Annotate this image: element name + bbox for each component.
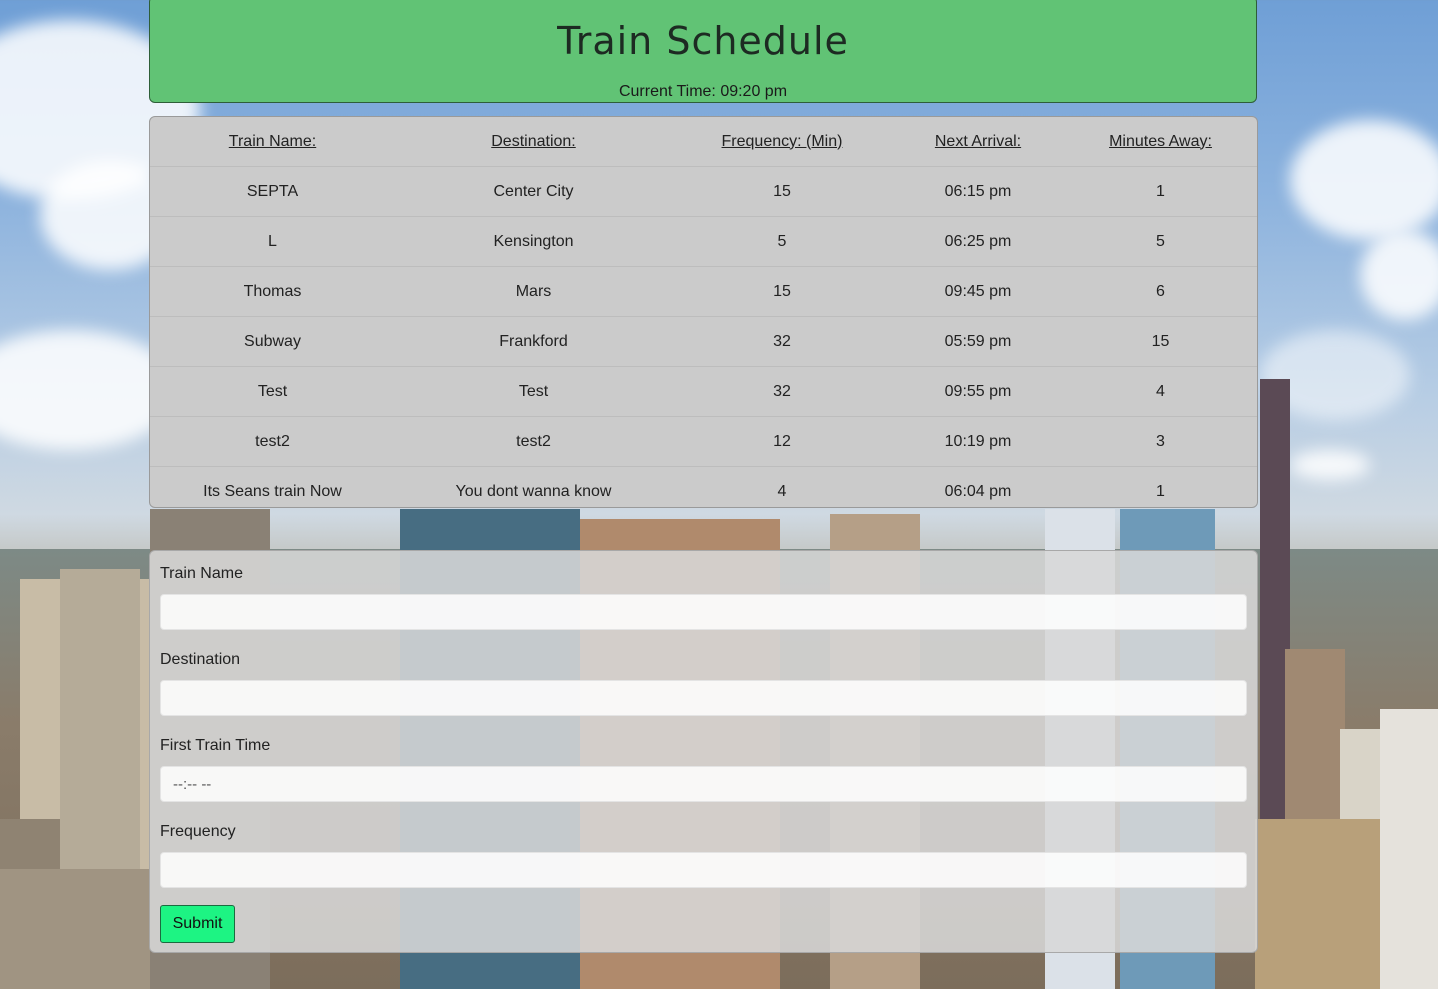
frequency-label: Frequency [160, 823, 236, 840]
first-train-time-input[interactable] [160, 766, 1247, 802]
cell-frequency: 12 [672, 416, 892, 467]
cell-train-name: Test [150, 366, 395, 417]
frequency-input[interactable] [160, 852, 1247, 888]
cell-minutes-away: 1 [1064, 166, 1257, 217]
cell-train-name: Its Seans train Now [150, 466, 395, 507]
cell-frequency: 32 [672, 316, 892, 367]
column-header-frequency: Frequency: (Min) [721, 132, 843, 150]
cell-frequency: 5 [672, 216, 892, 267]
column-header-train-name: Train Name: [228, 132, 317, 150]
cell-destination: Kensington [395, 216, 672, 267]
cell-frequency: 15 [672, 266, 892, 317]
first-train-time-label: First Train Time [160, 737, 271, 754]
cell-frequency: 15 [672, 166, 892, 217]
page-title: Train Schedule [557, 19, 849, 63]
column-header-destination: Destination: [491, 132, 576, 150]
cell-destination: You dont wanna know [395, 466, 672, 507]
table-row: Thomas Mars 15 09:45 pm 6 [150, 266, 1257, 317]
cell-next-arrival: 06:15 pm [892, 166, 1064, 217]
cell-destination: Mars [395, 266, 672, 317]
cell-next-arrival: 06:25 pm [892, 216, 1064, 267]
cell-minutes-away: 3 [1064, 416, 1257, 467]
cell-minutes-away: 1 [1064, 466, 1257, 507]
schedule-table: Train Name: Destination: Frequency: (Min… [150, 117, 1257, 507]
cell-next-arrival: 05:59 pm [892, 316, 1064, 367]
train-name-input[interactable] [160, 594, 1247, 630]
destination-input[interactable] [160, 680, 1247, 716]
cell-train-name: L [150, 216, 395, 267]
cell-train-name: test2 [150, 416, 395, 467]
cell-minutes-away: 6 [1064, 266, 1257, 317]
cell-train-name: SEPTA [150, 166, 395, 217]
cell-next-arrival: 09:45 pm [892, 266, 1064, 317]
cell-next-arrival: 09:55 pm [892, 366, 1064, 417]
train-name-label: Train Name [160, 565, 243, 582]
current-time: Current Time: 09:20 pm [618, 83, 788, 100]
destination-label: Destination [160, 651, 241, 668]
cell-minutes-away: 4 [1064, 366, 1257, 417]
table-row: test2 test2 12 10:19 pm 3 [150, 416, 1257, 467]
table-row: SEPTA Center City 15 06:15 pm 1 [150, 166, 1257, 217]
cell-destination: Center City [395, 166, 672, 217]
add-train-form: Train Name Destination First Train Time … [149, 550, 1258, 953]
cell-destination: test2 [395, 416, 672, 467]
cell-destination: Test [395, 366, 672, 417]
table-row: Its Seans train Now You dont wanna know … [150, 466, 1257, 507]
cell-frequency: 32 [672, 366, 892, 417]
table-row: Subway Frankford 32 05:59 pm 15 [150, 316, 1257, 367]
table-row: Test Test 32 09:55 pm 4 [150, 366, 1257, 417]
cell-train-name: Thomas [150, 266, 395, 317]
cell-minutes-away: 15 [1064, 316, 1257, 367]
column-header-minutes-away: Minutes Away: [1109, 132, 1212, 150]
column-header-next-arrival: Next Arrival: [934, 132, 1022, 150]
submit-button[interactable]: Submit [160, 905, 235, 943]
table-row: L Kensington 5 06:25 pm 5 [150, 216, 1257, 267]
cell-next-arrival: 10:19 pm [892, 416, 1064, 467]
cell-frequency: 4 [672, 466, 892, 507]
cell-train-name: Subway [150, 316, 395, 367]
cell-minutes-away: 5 [1064, 216, 1257, 267]
cell-destination: Frankford [395, 316, 672, 367]
schedule-table-panel: Train Name: Destination: Frequency: (Min… [149, 116, 1258, 508]
cell-next-arrival: 06:04 pm [892, 466, 1064, 507]
header-banner: Train Schedule Current Time: 09:20 pm [149, 0, 1257, 103]
table-header-row: Train Name: Destination: Frequency: (Min… [150, 117, 1257, 167]
